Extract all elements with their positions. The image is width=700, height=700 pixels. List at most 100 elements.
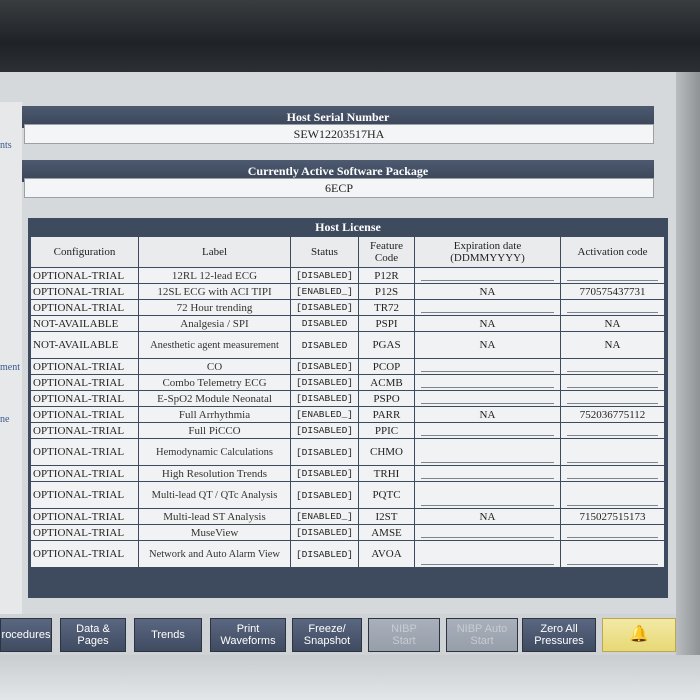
license-row[interactable]: NOT-AVAILABLE Analgesia / SPI DISABLED PSPI… xyxy=(30,315,665,332)
print-waveforms-button[interactable]: Print Waveforms xyxy=(210,618,286,652)
side-menu-label[interactable]: ment xyxy=(0,362,20,373)
license-row[interactable]: OPTIONAL-TRIAL Multi-lead QT / QTc Analys… xyxy=(30,481,665,509)
expiration-cell xyxy=(414,267,561,284)
license-row[interactable]: OPTIONAL-TRIAL Multi-lead ST Analysis [ENA… xyxy=(30,508,665,525)
column-header: Feature Code xyxy=(358,236,415,268)
trends-button[interactable]: Trends xyxy=(134,618,202,652)
configuration-cell: OPTIONAL-TRIAL xyxy=(30,540,139,568)
host-license-title: Host License xyxy=(315,220,381,234)
activation-code-cell xyxy=(560,422,665,439)
label-cell: 72 Hour trending xyxy=(138,299,291,316)
print-label: Waveforms xyxy=(220,635,276,647)
procedures-button[interactable]: rocedures xyxy=(0,618,52,652)
expiration-cell: NA xyxy=(414,331,561,359)
status-cell: [DISABLED] xyxy=(290,540,359,568)
data-pages-label: Data & xyxy=(76,623,110,635)
license-row[interactable]: OPTIONAL-TRIAL MuseView [DISABLED] AMSE xyxy=(30,524,665,541)
label-cell: Network and Auto Alarm View xyxy=(138,540,291,568)
feature-code-cell: PSPO xyxy=(358,390,415,407)
expiration-cell xyxy=(414,438,561,466)
activation-code-cell: 715027515173 xyxy=(560,508,665,525)
bottom-toolbar: rocedures Data & Pages Trends Print Wavefo… xyxy=(0,614,690,655)
license-row[interactable]: OPTIONAL-TRIAL High Resolution Trends [DIS… xyxy=(30,465,665,482)
label-cell: High Resolution Trends xyxy=(138,465,291,482)
side-menu-label[interactable]: ne xyxy=(0,414,9,425)
expiration-cell: NA xyxy=(414,508,561,525)
feature-code-cell: PQTC xyxy=(358,481,415,509)
feature-code-cell: P12S xyxy=(358,283,415,300)
expiration-cell: NA xyxy=(414,315,561,332)
freeze-snapshot-button[interactable]: Freeze/Snapshot xyxy=(292,618,362,652)
nibp-start-label: Start xyxy=(392,635,416,647)
host-license-panel: Host License Configuration Label Status … xyxy=(28,218,668,598)
status-cell: [DISABLED] xyxy=(290,299,359,316)
status-cell: [DISABLED] xyxy=(290,267,359,284)
nibp-auto-start-button[interactable]: NIBP Auto Start xyxy=(446,618,518,652)
status-cell: [ENABLED_] xyxy=(290,508,359,525)
label-cell: Multi-lead ST Analysis xyxy=(138,508,291,525)
label-cell: MuseView xyxy=(138,524,291,541)
column-header: Activation code xyxy=(560,236,665,268)
expiration-cell xyxy=(414,299,561,316)
activation-code-cell xyxy=(560,524,665,541)
expiration-cell xyxy=(414,390,561,407)
license-row[interactable]: OPTIONAL-TRIAL 12SL ECG with ACI TIPI [ENA… xyxy=(30,283,665,300)
nibp-start-button[interactable]: NIBP Start xyxy=(368,618,440,652)
status-cell: [DISABLED] xyxy=(290,481,359,509)
license-row[interactable]: OPTIONAL-TRIAL CO [DISABLED] PCOP xyxy=(30,358,665,375)
expiration-cell xyxy=(414,524,561,541)
feature-code-cell: PGAS xyxy=(358,331,415,359)
status-cell: [ENABLED_] xyxy=(290,406,359,423)
column-header: Configuration xyxy=(30,236,139,268)
activation-code-cell: NA xyxy=(560,315,665,332)
license-row[interactable]: OPTIONAL-TRIAL Network and Auto Alarm Vie… xyxy=(30,540,665,568)
feature-code-cell: PPIC xyxy=(358,422,415,439)
zero-all-label: Zero All xyxy=(540,623,578,635)
license-row[interactable]: OPTIONAL-TRIAL 12RL 12-lead ECG [DISABLED]… xyxy=(30,267,665,284)
status-cell: [DISABLED] xyxy=(290,438,359,466)
expiration-cell xyxy=(414,422,561,439)
label-cell: Full Arrhythmia xyxy=(138,406,291,423)
activation-code-cell xyxy=(560,438,665,466)
label-cell: Multi-lead QT / QTc Analysis xyxy=(138,481,291,509)
activation-code-cell xyxy=(560,299,665,316)
activation-code-cell: NA xyxy=(560,331,665,359)
license-row[interactable]: OPTIONAL-TRIAL Hemodynamic Calculations [D… xyxy=(30,438,665,466)
zero-all-label: Pressures xyxy=(534,635,584,647)
license-row[interactable]: NOT-AVAILABLE Anesthetic agent measuremen… xyxy=(30,331,665,359)
configuration-cell: OPTIONAL-TRIAL xyxy=(30,390,139,407)
license-row[interactable]: OPTIONAL-TRIAL E-SpO2 Module Neonatal [DIS… xyxy=(30,390,665,407)
column-header: Label xyxy=(138,236,291,268)
bell-icon: 🔔 xyxy=(629,626,649,643)
activation-code-cell xyxy=(560,390,665,407)
side-menu-label[interactable]: nts xyxy=(0,140,12,151)
feature-code-cell: AVOA xyxy=(358,540,415,568)
feature-code-cell: PARR xyxy=(358,406,415,423)
feature-code-cell: TRHI xyxy=(358,465,415,482)
column-header: Status xyxy=(290,236,359,268)
configuration-cell: OPTIONAL-TRIAL xyxy=(30,358,139,375)
zero-all-pressures-button[interactable]: Zero All Pressures xyxy=(522,618,596,652)
expiration-cell xyxy=(414,465,561,482)
host-serial-value: SEW12203517HA xyxy=(24,124,654,144)
monitor-bezel-bottom xyxy=(0,655,700,700)
expiration-cell: NA xyxy=(414,406,561,423)
license-row[interactable]: OPTIONAL-TRIAL 72 Hour trending [DISABLED]… xyxy=(30,299,665,316)
feature-code-cell: PCOP xyxy=(358,358,415,375)
data-pages-button[interactable]: Data & Pages xyxy=(60,618,126,652)
license-row[interactable]: OPTIONAL-TRIAL Full Arrhythmia [ENABLED_] P… xyxy=(30,406,665,423)
column-header: Expiration date (DDMMYYYY) xyxy=(414,236,561,268)
expiration-cell xyxy=(414,358,561,375)
configuration-cell: OPTIONAL-TRIAL xyxy=(30,299,139,316)
nibp-start-label: NIBP xyxy=(391,623,417,635)
status-cell: [DISABLED] xyxy=(290,524,359,541)
alarm-button[interactable]: 🔔 xyxy=(602,618,676,652)
license-row[interactable]: OPTIONAL-TRIAL Combo Telemetry ECG [DISABL… xyxy=(30,374,665,391)
label-cell: E-SpO2 Module Neonatal xyxy=(138,390,291,407)
configuration-cell: OPTIONAL-TRIAL xyxy=(30,524,139,541)
label-cell: 12SL ECG with ACI TIPI xyxy=(138,283,291,300)
configuration-cell: OPTIONAL-TRIAL xyxy=(30,465,139,482)
activation-code-cell xyxy=(560,358,665,375)
expiration-cell: NA xyxy=(414,283,561,300)
license-row[interactable]: OPTIONAL-TRIAL Full PiCCO [DISABLED] PPIC xyxy=(30,422,665,439)
